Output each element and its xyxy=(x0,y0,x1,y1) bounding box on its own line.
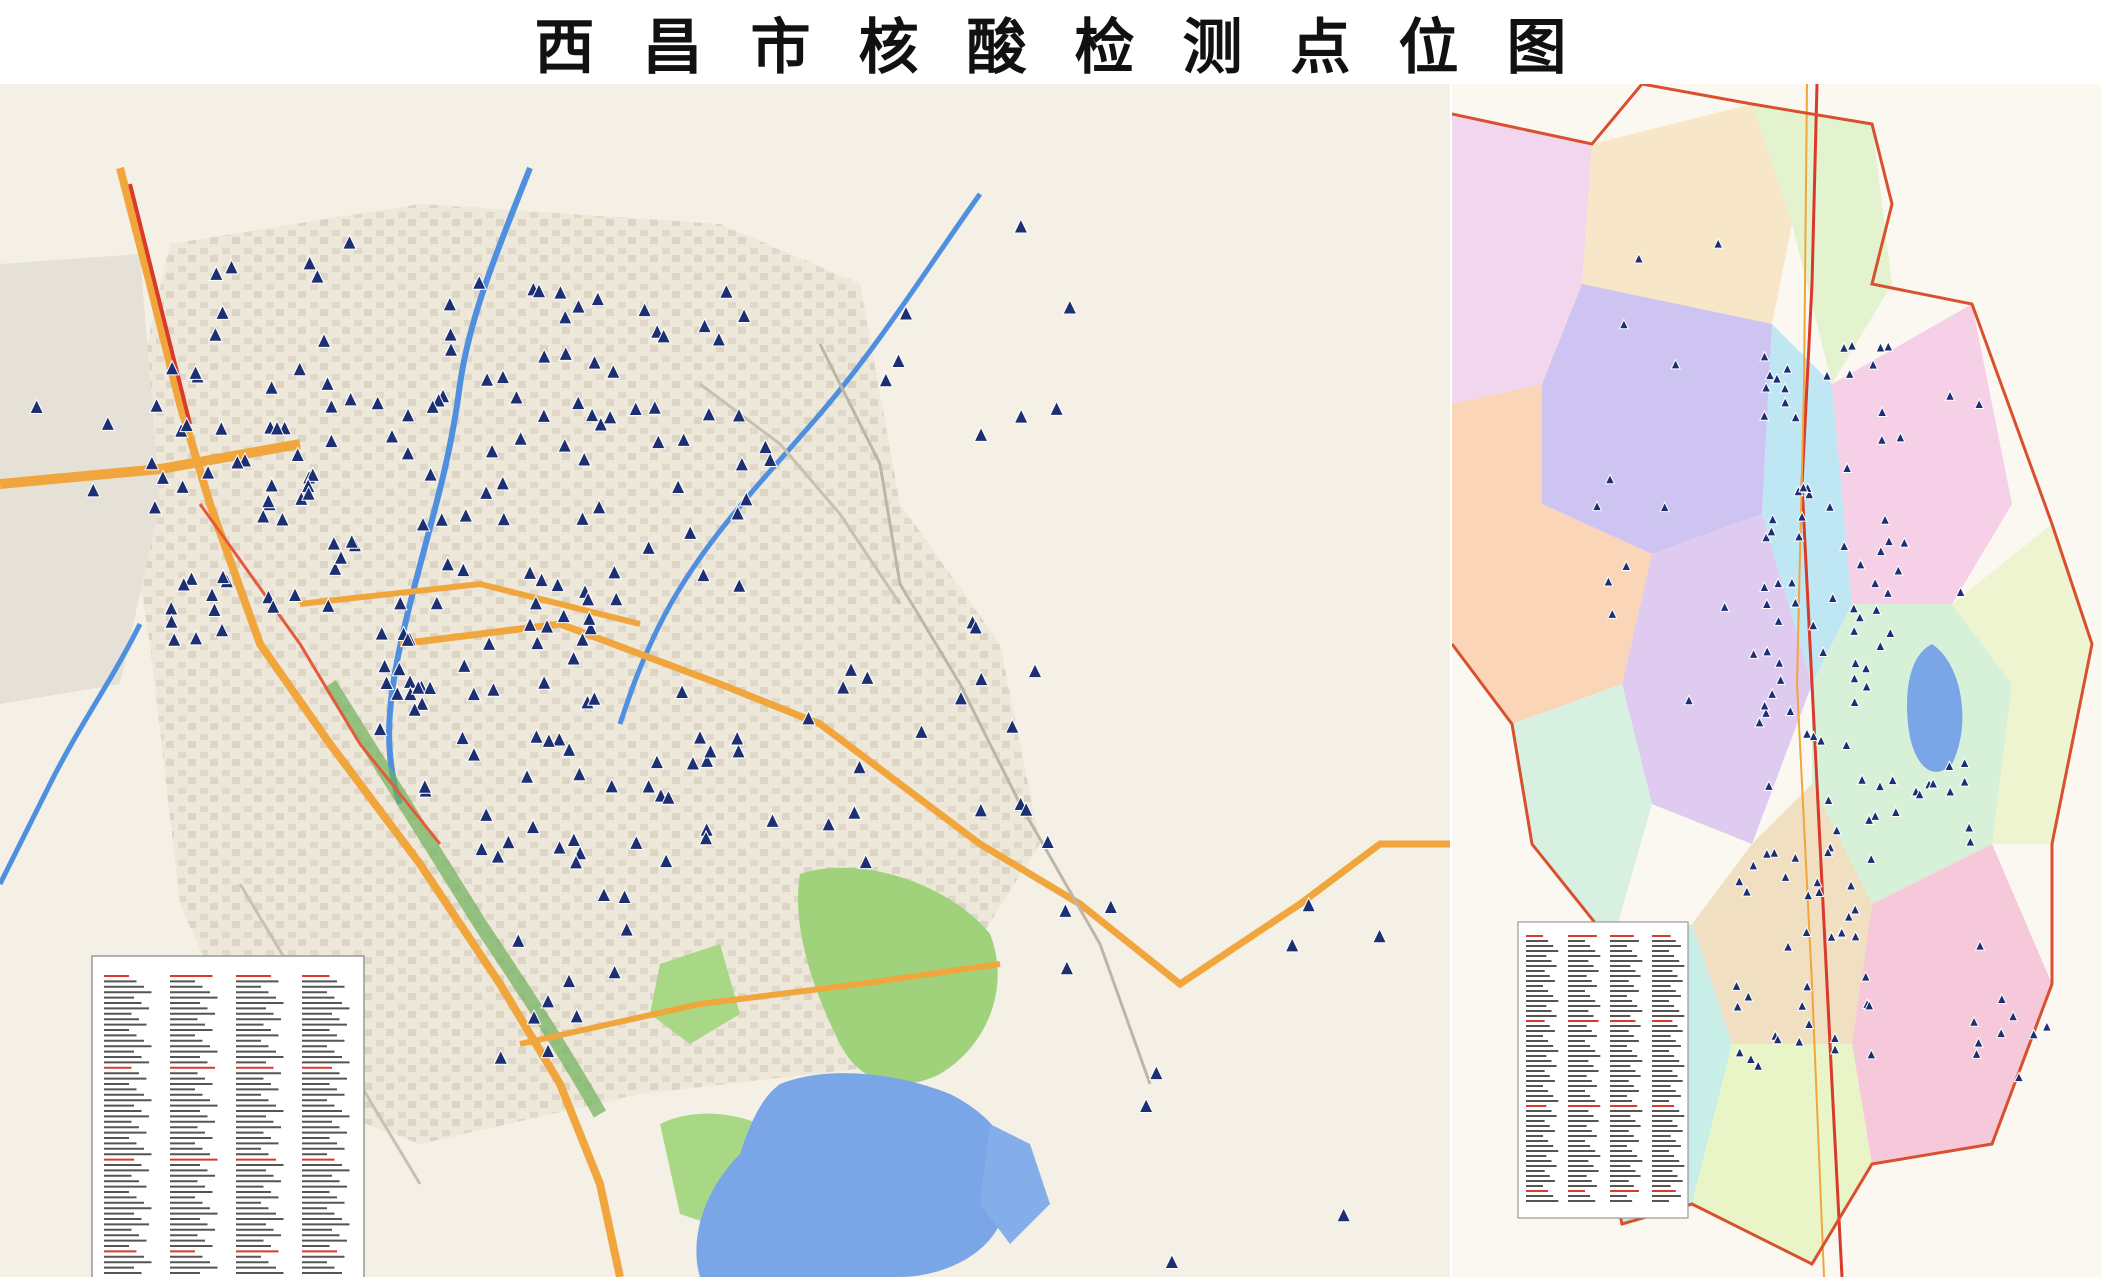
legend-box xyxy=(91,955,365,1277)
title-bar: 西昌市核酸检测点位图 xyxy=(0,0,2101,84)
county-legend-box xyxy=(1517,921,1689,1219)
city-map-panel[interactable] xyxy=(0,84,1450,1277)
city-map-svg xyxy=(0,84,1450,1277)
county-map-svg xyxy=(1452,84,2101,1277)
county-map-panel[interactable] xyxy=(1450,84,2101,1277)
map-title: 西昌市核酸检测点位图 xyxy=(534,12,1615,83)
